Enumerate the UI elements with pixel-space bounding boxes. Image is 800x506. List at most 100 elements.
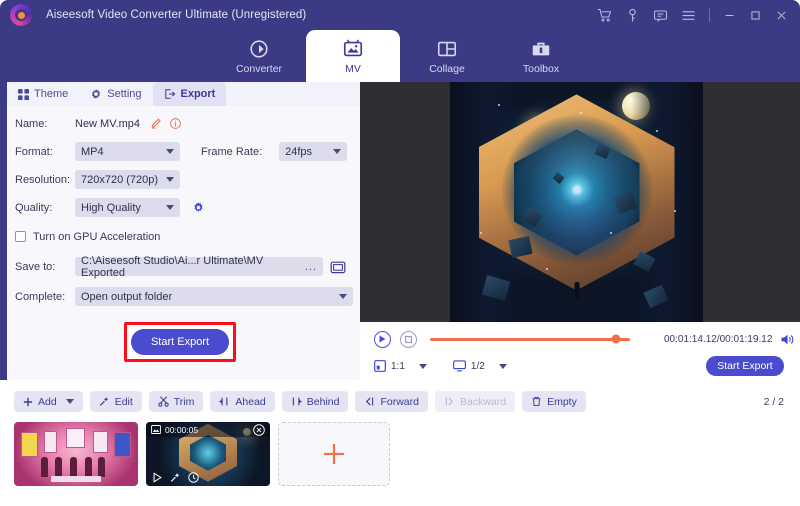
chevron-down-icon [418, 363, 427, 369]
maximize-button[interactable] [749, 9, 762, 22]
converter-icon [250, 39, 268, 58]
video-preview[interactable] [360, 82, 800, 322]
title-bar-icons [597, 8, 800, 23]
close-button[interactable] [775, 9, 788, 22]
remove-clip-icon[interactable] [253, 423, 265, 436]
subtab-setting[interactable]: Setting [79, 82, 152, 106]
mv-icon [343, 38, 363, 56]
nav-tab-collage[interactable]: Collage [400, 30, 494, 82]
toolbar-backward-label: Backward [459, 395, 507, 408]
subtab-export-label: Export [180, 88, 216, 100]
menu-icon[interactable] [681, 8, 696, 23]
play-button[interactable] [374, 330, 391, 348]
feedback-icon[interactable] [653, 8, 668, 23]
insert-behind-icon [292, 397, 302, 406]
quality-value: High Quality [81, 201, 141, 214]
toolbar-edit-label: Edit [114, 395, 133, 408]
subtab-theme[interactable]: Theme [7, 82, 79, 106]
complete-row: Complete: Open output folder [15, 286, 360, 307]
progress-knob[interactable] [611, 334, 621, 344]
gpu-acceleration-label: Turn on GPU Acceleration [33, 230, 161, 243]
nav-tab-converter[interactable]: Converter [212, 30, 306, 82]
info-icon[interactable] [169, 117, 182, 130]
app-title: Aiseesoft Video Converter Ultimate (Unre… [46, 9, 307, 21]
complete-label: Complete: [15, 290, 66, 303]
chevron-down-icon [498, 363, 507, 369]
insert-ahead-icon [219, 397, 228, 406]
main-nav: Converter MV Collage Toolbox [0, 30, 800, 82]
application-window: Aiseesoft Video Converter Ultimate (Unre… [0, 0, 800, 506]
resolution-label: Resolution: [15, 173, 71, 186]
name-value: New MV.mp4 [75, 117, 141, 130]
subtab-theme-label: Theme [34, 88, 69, 100]
zoom-value: 1/2 [470, 360, 485, 372]
trash-icon [532, 396, 541, 407]
key-icon[interactable] [625, 8, 640, 23]
export-icon [164, 89, 175, 99]
quality-select[interactable]: High Quality [75, 198, 180, 217]
stop-icon [405, 335, 412, 343]
nav-tab-toolbox[interactable]: Toolbox [494, 30, 588, 82]
complete-select[interactable]: Open output folder [75, 287, 353, 306]
player-options-row: 1:1 1/2 Start Export [360, 352, 800, 380]
resolution-select[interactable]: 720x720 (720p) [75, 170, 180, 189]
subtab-export[interactable]: Export [152, 82, 227, 106]
toolbar-empty-button[interactable]: Empty [522, 391, 586, 412]
minimize-button[interactable] [723, 9, 736, 22]
toolbar-empty-label: Empty [547, 395, 577, 408]
toolbar-behind-label: Behind [306, 395, 340, 408]
toolbar-add-button[interactable]: Add [14, 391, 83, 412]
monitor-icon [452, 360, 466, 372]
gpu-acceleration-checkbox[interactable] [15, 231, 26, 242]
chevron-down-icon [65, 399, 74, 404]
cart-icon[interactable] [597, 8, 612, 23]
quality-row: Quality: High Quality [15, 197, 360, 218]
format-select[interactable]: MP4 [75, 142, 180, 161]
plus-icon [23, 397, 33, 406]
clip-thumbnail-cosmic[interactable]: 00:00:05 [146, 422, 270, 486]
toolbar-behind-button[interactable]: Behind [281, 391, 349, 412]
add-clip-tile[interactable] [278, 422, 390, 486]
panel-subtabs: Theme Setting Export [7, 82, 360, 106]
collage-icon [437, 41, 457, 56]
toolbar-add-label: Add [38, 395, 57, 408]
effects-wand-icon[interactable] [170, 472, 181, 483]
save-to-label: Save to: [15, 260, 56, 273]
chevron-down-icon [339, 294, 347, 299]
frame-rate-select[interactable]: 24fps [279, 142, 348, 161]
duration-clock-icon[interactable] [188, 472, 199, 483]
toolbar-ahead-button[interactable]: Ahead [210, 391, 275, 412]
player-start-export-button[interactable]: Start Export [706, 356, 784, 376]
clip-thumbnail-gallery[interactable] [14, 422, 138, 486]
nav-tab-toolbox-label: Toolbox [522, 62, 560, 75]
name-label: Name: [15, 117, 48, 130]
play-clip-icon[interactable] [152, 472, 163, 483]
toolbar-ahead-label: Ahead [235, 395, 266, 408]
quality-settings-gear-icon[interactable] [192, 201, 205, 214]
zoom-select[interactable]: 1/2 [452, 360, 507, 372]
quality-label: Quality: [15, 201, 53, 214]
resolution-value: 720x720 (720p) [81, 173, 159, 186]
thumbnail-bottom-overlay [146, 469, 270, 486]
play-icon [379, 335, 386, 343]
browse-ellipsis-button[interactable]: ... [305, 261, 317, 273]
aspect-ratio-select[interactable]: 1:1 [374, 360, 427, 372]
player-bar: 00:01:14.12/00:01:19.12 1:1 1/2 Start Ex… [360, 322, 800, 380]
frame-rate-label: Frame Rate: [201, 145, 263, 158]
nav-tab-mv[interactable]: MV [306, 30, 400, 82]
time-display: 00:01:14.12/00:01:19.12 [664, 333, 773, 345]
toolbar-forward-button[interactable]: Forward [355, 391, 428, 412]
save-to-value: C:\Aiseesoft Studio\Ai...r Ultimate\MV E… [81, 254, 264, 279]
open-folder-icon[interactable] [330, 260, 346, 274]
start-export-button[interactable]: Start Export [131, 329, 229, 355]
toolbar-edit-button[interactable]: Edit [89, 391, 142, 412]
save-to-field[interactable]: C:\Aiseesoft Studio\Ai...r Ultimate\MV E… [75, 254, 323, 279]
toolbar-trim-button[interactable]: Trim [148, 391, 204, 412]
gpu-row: Turn on GPU Acceleration [15, 226, 360, 247]
progress-slider[interactable] [430, 334, 630, 344]
stop-button[interactable] [400, 330, 417, 348]
gallery-thumbnail-image [14, 422, 138, 486]
edit-pencil-icon[interactable] [149, 117, 162, 130]
volume-icon[interactable] [780, 333, 795, 346]
move-forward-icon [366, 397, 374, 406]
